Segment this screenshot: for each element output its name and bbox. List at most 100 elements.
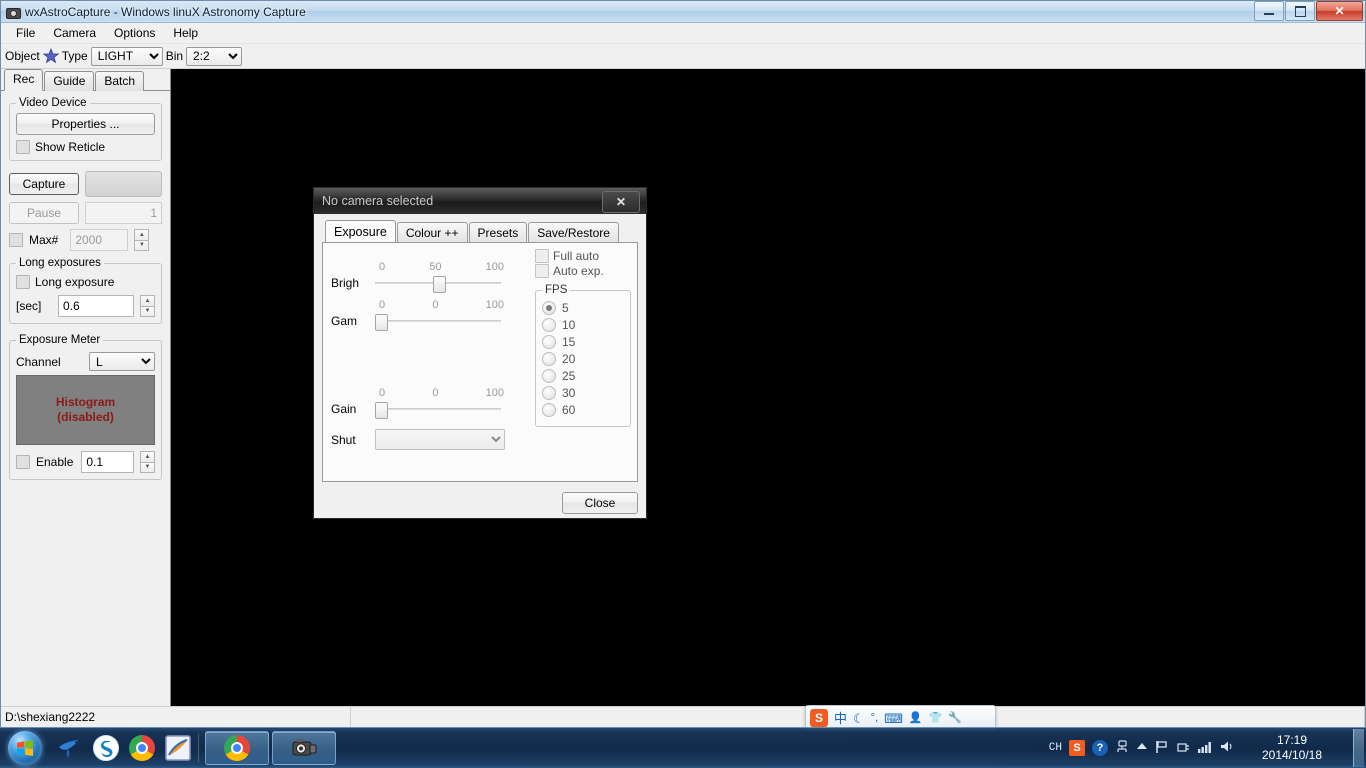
show-reticle-checkbox[interactable] [16, 140, 30, 154]
shutter-select[interactable] [375, 429, 505, 450]
ime-tools-icon[interactable]: 🔧 [948, 712, 962, 724]
slider-gain-track[interactable] [375, 399, 501, 419]
max-value-field[interactable] [70, 229, 129, 251]
bird-icon[interactable] [56, 734, 84, 762]
dialog-close-icon[interactable]: ✕ [602, 191, 640, 213]
fps-radio-5[interactable] [542, 301, 556, 315]
minimize-button[interactable] [1254, 1, 1284, 21]
dialog-close-button[interactable]: Close [562, 492, 638, 514]
sec-spinner[interactable]: ▲ ▼ [140, 295, 155, 317]
ime-mode-icon[interactable]: 中 [834, 712, 847, 725]
volume-icon[interactable] [1220, 740, 1235, 756]
fps-radio-20[interactable] [542, 352, 556, 366]
taskbar-item-chrome[interactable] [205, 731, 269, 765]
slider-gam-track[interactable] [375, 311, 501, 331]
pause-button[interactable]: Pause [9, 202, 79, 224]
action-center-flag-icon[interactable] [1155, 740, 1169, 757]
menu-options[interactable]: Options [105, 24, 164, 42]
ime-skin-icon[interactable]: 👕 [929, 712, 943, 724]
tab-batch[interactable]: Batch [95, 71, 145, 91]
fps-option-25[interactable]: 25 [542, 369, 624, 383]
window-titlebar[interactable]: wxAstroCapture - Windows linuX Astronomy… [1, 1, 1365, 23]
ime-user-icon[interactable]: 👤 [909, 712, 923, 724]
enable-spinner[interactable]: ▲ ▼ [140, 451, 155, 473]
menu-help[interactable]: Help [164, 24, 207, 42]
sec-value-field[interactable] [58, 295, 134, 317]
dialog-tab-exposure[interactable]: Exposure [325, 220, 396, 243]
fps-radio-15[interactable] [542, 335, 556, 349]
sogou-logo-icon[interactable]: S [810, 709, 828, 727]
bin-select[interactable]: 2:2 [186, 46, 243, 66]
max-checkbox[interactable] [9, 233, 23, 247]
close-button[interactable]: ✕ [1316, 1, 1363, 21]
menu-file[interactable]: File [7, 24, 44, 42]
auto-exp-row[interactable]: Auto exp. [535, 264, 631, 278]
long-exposure-row[interactable]: Long exposure [16, 275, 155, 289]
show-desktop-button[interactable] [1353, 729, 1364, 767]
show-hidden-icons-arrow[interactable] [1136, 742, 1148, 755]
slider-gam-thumb[interactable] [375, 314, 388, 331]
tab-rec[interactable]: Rec [4, 69, 44, 91]
capture-controls: Capture Pause Max# ▲▼ [9, 171, 162, 251]
dialog-tab-save-restore[interactable]: Save/Restore [528, 222, 619, 243]
main-window: wxAstroCapture - Windows linuX Astronomy… [0, 0, 1366, 728]
tray-language-indicator[interactable]: CH [1049, 742, 1062, 754]
fps-radio-10[interactable] [542, 318, 556, 332]
tray-network-icon[interactable] [1115, 739, 1129, 757]
start-button[interactable] [2, 729, 48, 767]
ime-punctuation-icon[interactable]: °, [871, 712, 878, 724]
ime-keyboard-icon[interactable]: ⌨ [884, 712, 903, 725]
fps-option-10[interactable]: 10 [542, 318, 624, 332]
fps-radio-30[interactable] [542, 386, 556, 400]
shutter-label: Shut [331, 432, 356, 447]
dialog-titlebar[interactable]: No camera selected ✕ [314, 188, 646, 214]
window-controls: ✕ [1254, 1, 1363, 21]
auto-and-fps-column: Full auto Auto exp. FPS 5 10 15 20 25 30… [535, 249, 631, 475]
safely-remove-hardware-icon[interactable] [1176, 740, 1190, 757]
chrome-icon[interactable] [128, 734, 156, 762]
fps-option-60[interactable]: 60 [542, 403, 624, 417]
slider-brigh-row: Brigh [331, 273, 527, 293]
capture-button[interactable]: Capture [9, 173, 79, 195]
taskbar-item-wxastrocapture[interactable] [272, 731, 336, 765]
tray-sogou-icon[interactable]: S [1069, 740, 1085, 756]
fps-option-5[interactable]: 5 [542, 301, 624, 315]
enable-value-field[interactable] [81, 451, 134, 473]
show-reticle-row[interactable]: Show Reticle [16, 140, 155, 154]
slider-gain-thumb[interactable] [375, 402, 388, 419]
ime-moon-icon[interactable]: ☾ [853, 712, 865, 725]
slider-brigh-track[interactable] [375, 273, 501, 293]
full-auto-checkbox[interactable] [535, 249, 549, 263]
full-auto-row[interactable]: Full auto [535, 249, 631, 263]
slider-gam-max: 100 [485, 299, 504, 311]
slider-brigh-thumb[interactable] [433, 276, 446, 293]
type-select[interactable]: LIGHT [90, 46, 163, 66]
menu-camera[interactable]: Camera [44, 24, 105, 42]
fps-option-15[interactable]: 15 [542, 335, 624, 349]
fps-option-20[interactable]: 20 [542, 352, 624, 366]
clock[interactable]: 17:19 2014/10/18 [1242, 733, 1342, 763]
dialog-tab-presets[interactable]: Presets [468, 222, 528, 243]
star-icon[interactable] [42, 48, 60, 64]
taskbar-windows [205, 731, 339, 765]
auto-exp-checkbox[interactable] [535, 264, 549, 278]
menubar: File Camera Options Help [1, 23, 1365, 44]
tray-help-icon[interactable]: ? [1092, 740, 1108, 756]
enable-checkbox[interactable] [16, 455, 30, 469]
channel-select[interactable]: L [89, 352, 155, 371]
paint-icon[interactable] [164, 734, 192, 762]
tab-guide[interactable]: Guide [44, 71, 95, 91]
long-exposure-checkbox[interactable] [16, 275, 30, 289]
properties-button[interactable]: Properties ... [16, 113, 155, 135]
maximize-button[interactable] [1285, 1, 1315, 21]
fps-option-30[interactable]: 30 [542, 386, 624, 400]
dialog-tab-colour[interactable]: Colour ++ [396, 222, 468, 243]
enable-label: Enable [36, 455, 74, 469]
signal-strength-icon[interactable] [1197, 741, 1213, 756]
sogou-browser-icon[interactable] [92, 734, 120, 762]
fps-radio-25[interactable] [542, 369, 556, 383]
long-exposure-label: Long exposure [35, 275, 115, 289]
max-spinner[interactable]: ▲ ▼ [134, 229, 150, 251]
fps-label-25: 25 [562, 369, 576, 383]
fps-radio-60[interactable] [542, 403, 556, 417]
